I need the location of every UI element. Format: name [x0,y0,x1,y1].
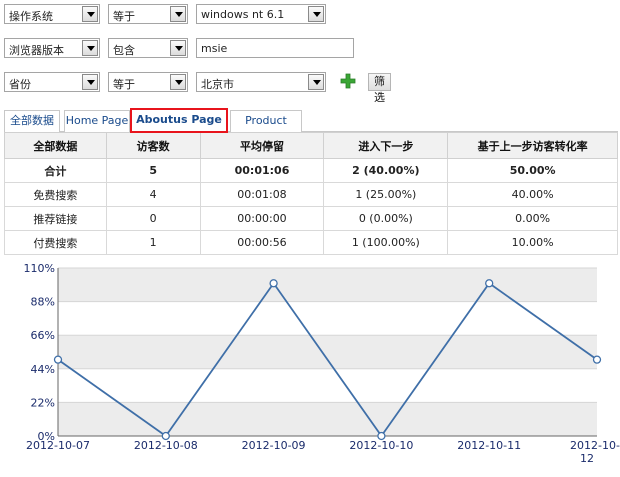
table-cell: 00:01:06 [199,158,325,183]
tab-aboutus-page[interactable]: Aboutus Page [130,108,228,133]
column-header: 全部数据 [4,132,107,159]
table-row: 免费搜索 4 00:01:08 1 (25.00%) 40.00% [4,182,618,207]
line-chart: 110% 88% 66% 44% 22% 0% 2012-10-07 2012-10-08 20… [0,258,620,477]
data-point [485,279,494,288]
chevron-down-icon[interactable] [308,74,324,90]
table-cell: 合计 [4,158,107,183]
filter-field-value: 操作系统 [9,10,53,23]
y-tick-label: 110% [24,262,55,275]
grid-band [58,335,597,369]
filter-field-value: 浏览器版本 [9,44,64,57]
chevron-down-icon[interactable] [308,6,324,22]
filter-operator-value: 等于 [113,78,135,91]
line-chart-svg: 110%88%66%44%22%0%2012-10-07 2012-10-08 20… [24,262,620,465]
table-cell: 00:01:08 [199,182,325,207]
table-cell: 0 [105,206,201,231]
filter-operator-select[interactable]: 等于 [108,72,188,92]
table-cell: 2 (40.00%) [323,158,449,183]
filter-operator-value: 等于 [113,10,135,23]
column-header: 进入下一步 [323,132,449,159]
data-point [377,431,386,441]
table-cell: 50.00% [447,158,618,183]
table-cell: 40.00% [447,182,618,207]
chevron-down-icon[interactable] [82,74,98,90]
column-header: 基于上一步访客转化率 [447,132,618,159]
table-cell: 0 (0.00%) [323,206,449,231]
table-cell: 5 [105,158,201,183]
filter-value-select[interactable]: 北京市 [196,72,326,92]
table-cell: 推荐链接 [4,206,107,231]
table-cell: 10.00% [447,230,618,255]
table-cell: 1 (100.00%) [323,230,449,255]
column-header: 平均停留 [199,132,325,159]
chevron-down-icon[interactable] [82,40,98,56]
grid-band [58,402,597,436]
filter-value-value: 北京市 [201,78,234,91]
data-point [269,279,278,288]
tab-all-data[interactable]: 全部数据 [4,110,60,132]
filter-field-select[interactable]: 省份 [4,72,100,92]
filter-button[interactable]: 筛选 [368,73,391,104]
filter-field-value: 省份 [9,78,31,91]
x-tick-label: 2012-10-10 [349,439,413,452]
add-filter-icon[interactable] [340,73,356,89]
filter-value-value: windows nt 6.1 [201,8,285,21]
filter-operator-select[interactable]: 包含 [108,38,188,58]
y-tick-label: 44% [31,363,55,376]
table-cell: 1 [105,230,201,255]
stats-table: 全部数据 访客数 平均停留 进入下一步 基于上一步访客转化率 合计 5 00:0… [4,132,618,255]
chevron-down-icon[interactable] [170,6,186,22]
table-row: 付费搜索 1 00:00:56 1 (100.00%) 10.00% [4,230,618,255]
table-cell: 0.00% [447,206,618,231]
table-cell: 00:00:56 [199,230,325,255]
filter-value-input[interactable] [197,39,353,57]
tab-home-page[interactable]: Home Page [64,110,130,132]
filter-field-select[interactable]: 操作系统 [4,4,100,24]
filter-field-select[interactable]: 浏览器版本 [4,38,100,58]
table-cell: 4 [105,182,201,207]
x-tick-label-cont: 12 [580,452,594,465]
x-tick-label: 2012-10-08 [134,439,198,452]
chevron-down-icon[interactable] [82,6,98,22]
grid-band [58,268,597,302]
table-cell: 00:00:00 [199,206,325,231]
column-header: 访客数 [105,132,201,159]
chevron-down-icon[interactable] [170,74,186,90]
tab-product-page[interactable]: Product Page [230,110,302,147]
tab-bar: 全部数据 Home Page Aboutus Page Product Page [4,106,618,147]
y-tick-label: 88% [31,296,55,309]
table-cell: 1 (25.00%) [323,182,449,207]
data-point [53,355,63,364]
y-tick-label: 66% [31,329,55,342]
table-cell: 付费搜索 [4,230,107,255]
table-row: 推荐链接 0 00:00:00 0 (0.00%) 0.00% [4,206,618,231]
y-tick-label: 22% [31,396,55,409]
filter-value-select[interactable]: windows nt 6.1 [196,4,326,24]
x-tick-label: 2012-10-11 [457,439,521,452]
table-header-row: 全部数据 访客数 平均停留 进入下一步 基于上一步访客转化率 [4,132,618,159]
chevron-down-icon[interactable] [170,40,186,56]
x-tick-label: 2012-10-07 [26,439,90,452]
data-point [592,355,602,364]
filter-operator-select[interactable]: 等于 [108,4,188,24]
table-cell: 免费搜索 [4,182,107,207]
x-tick-label: 2012-10-09 [242,439,306,452]
x-tick-label: 2012-10- [570,439,620,452]
filter-value-input-wrap [196,38,354,58]
table-row: 合计 5 00:01:06 2 (40.00%) 50.00% [4,158,618,183]
filter-operator-value: 包含 [113,44,135,57]
data-point [161,431,170,441]
